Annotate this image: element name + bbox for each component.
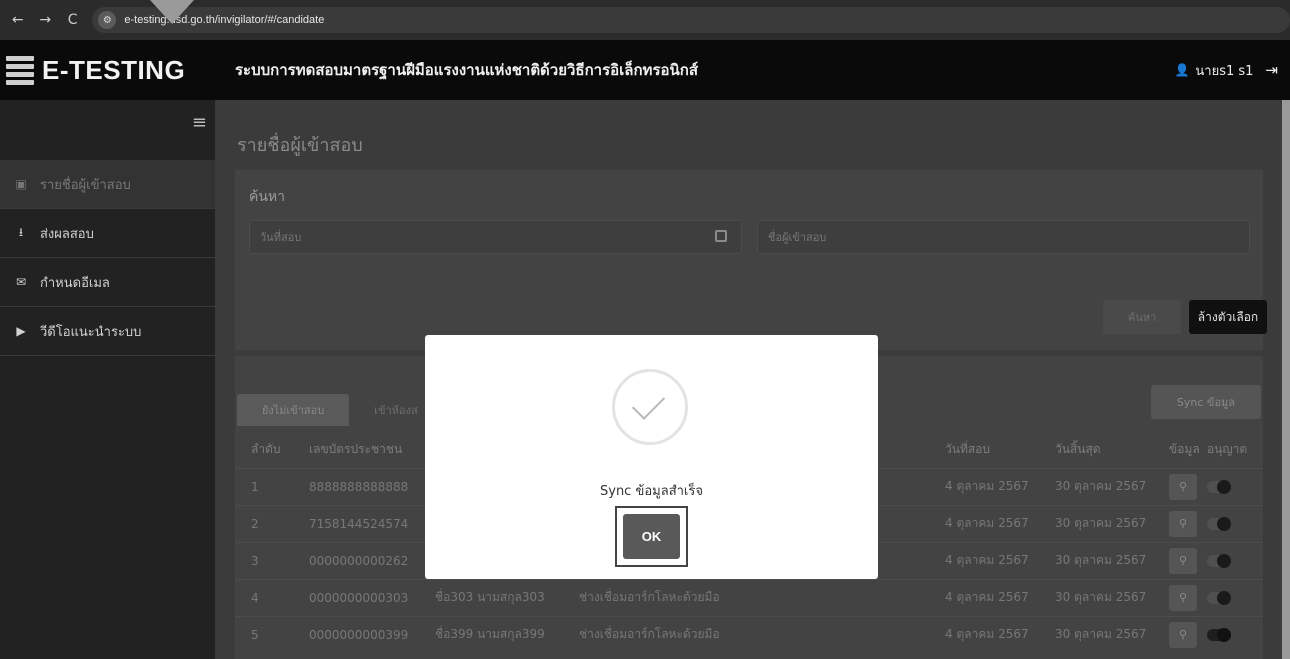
cell-id: 7158144524574 — [293, 504, 419, 542]
logout-icon[interactable]: ⇥ — [1265, 61, 1278, 79]
tab-in-exam-room[interactable]: เข้าห้องส — [361, 394, 431, 426]
sidebar-item-label: กำหนดอีเมล — [40, 275, 110, 291]
sidebar-item-email[interactable]: ✉ กำหนดอีเมล — [0, 258, 215, 307]
mail-icon: ✉ — [15, 275, 27, 289]
allow-toggle[interactable] — [1207, 553, 1231, 568]
candidate-name-placeholder: ชื่อผู้เข้าสอบ — [768, 231, 827, 244]
cell-id: 0000000000303 — [293, 578, 419, 616]
cell-actions: ⚲ — [1153, 467, 1263, 505]
sidebar-menu: ▣ รายชื่อผู้เข้าสอบ ⭳ ส่งผลสอบ ✉ กำหนดอี… — [0, 160, 215, 356]
view-details-search-icon[interactable]: ⚲ — [1169, 473, 1197, 500]
ok-button-focus-ring: OK — [615, 506, 688, 567]
cell-no: 5 — [235, 615, 293, 653]
allow-toggle[interactable] — [1207, 479, 1231, 494]
cell-end-date: 30 ตุลาคม 2567 — [1039, 504, 1153, 542]
sync-success-dialog: Sync ข้อมูลสำเร็จ OK — [425, 335, 878, 579]
cell-exam-date: 4 ตุลาคม 2567 — [929, 578, 1039, 616]
cell-no: 3 — [235, 541, 293, 579]
allow-toggle[interactable] — [1207, 516, 1231, 531]
back-button[interactable]: ← — [10, 12, 25, 28]
success-check-icon — [612, 369, 688, 445]
cell-no: 1 — [235, 467, 293, 505]
site-settings-icon[interactable]: ⚙ — [98, 11, 117, 29]
brand-name: E-TESTING — [42, 54, 186, 85]
cell-id: 0000000000262 — [293, 541, 419, 579]
candidate-name-field[interactable]: ชื่อผู้เข้าสอบ — [757, 220, 1250, 254]
cell-actions: ⚲ — [1153, 504, 1263, 542]
cell-end-date: 30 ตุลาคม 2567 — [1039, 467, 1153, 505]
cell-exam-date: 4 ตุลาคม 2567 — [929, 541, 1039, 579]
view-details-search-icon[interactable]: ⚲ — [1169, 547, 1197, 574]
sidebar-item-candidates[interactable]: ▣ รายชื่อผู้เข้าสอบ — [0, 160, 215, 209]
user-menu[interactable]: 👤 นายs1 s1 ⇥ — [1174, 60, 1278, 81]
upload-icon: ⭳ — [18, 224, 24, 239]
cell-actions: ⚲ — [1153, 578, 1263, 616]
cell-actions: ⚲ — [1153, 541, 1263, 579]
cell-end-date: 30 ตุลาคม 2567 — [1039, 615, 1153, 653]
dialog-message: Sync ข้อมูลสำเร็จ — [600, 484, 703, 499]
cell-exam-date: 4 ตุลาคม 2567 — [929, 615, 1039, 653]
page-title: รายชื่อผู้เข้าสอบ — [237, 135, 363, 156]
col-header-info: ข้อมูล — [1169, 442, 1200, 457]
address-bar[interactable]: ⚙ e-testing.dsd.go.th/invigilator/#/cand… — [92, 7, 1290, 33]
table-row: 4 0000000000303 ชื่อ303 นามสกุล303 ช่างเ… — [235, 578, 1263, 616]
view-details-search-icon[interactable]: ⚲ — [1169, 510, 1197, 537]
cell-name: ชื่อ303 นามสกุล303 — [419, 578, 563, 616]
system-title: ระบบการทดสอบมาตรฐานฝีมือแรงงานแห่งชาติด้… — [235, 61, 699, 79]
cell-id: 0000000000399 — [293, 615, 419, 653]
check-mark — [631, 386, 666, 420]
cell-skill: ช่างเชื่อมอาร์กโลหะด้วยมือ — [563, 615, 929, 653]
cell-end-date: 30 ตุลาคม 2567 — [1039, 578, 1153, 616]
contact-card-icon: ▣ — [15, 177, 27, 191]
cell-name: ชื่อ399 นามสกุล399 — [419, 615, 563, 653]
mouse-pointer-icon — [150, 0, 194, 24]
cell-id: 8888888888888 — [293, 467, 419, 505]
sidebar: ≡ ▣ รายชื่อผู้เข้าสอบ ⭳ ส่งผลสอบ ✉ กำหนด… — [0, 100, 215, 659]
reload-button[interactable]: C — [65, 12, 80, 28]
search-panel: ค้นหา วันที่สอบ ชื่อผู้เข้าสอบ ค้นหา ล้า… — [235, 170, 1267, 350]
table-row: 5 0000000000399 ชื่อ399 นามสกุล399 ช่างเ… — [235, 615, 1263, 653]
allow-toggle[interactable] — [1207, 627, 1231, 642]
view-details-search-icon[interactable]: ⚲ — [1169, 621, 1197, 648]
cell-no: 4 — [235, 578, 293, 616]
sidebar-item-label: ส่งผลสอบ — [40, 226, 94, 242]
col-header-allow: อนุญาต — [1207, 442, 1248, 457]
calendar-icon[interactable] — [715, 230, 727, 242]
cell-end-date: 30 ตุลาคม 2567 — [1039, 541, 1153, 579]
server-stack-icon — [6, 48, 34, 92]
play-icon: ▶ — [16, 324, 26, 338]
tab-not-started[interactable]: ยังไม่เข้าสอบ — [237, 394, 349, 426]
brand-logo: E-TESTING — [0, 40, 215, 100]
allow-toggle[interactable] — [1207, 590, 1231, 605]
cell-skill: ช่างเชื่อมอาร์กโลหะด้วยมือ — [563, 578, 929, 616]
exam-date-field[interactable]: วันที่สอบ — [249, 220, 742, 254]
col-header-exam-date: วันที่สอบ — [945, 442, 990, 457]
sidebar-item-submit-results[interactable]: ⭳ ส่งผลสอบ — [0, 209, 215, 258]
sidebar-item-label: รายชื่อผู้เข้าสอบ — [40, 177, 131, 193]
col-header-no: ลำดับ — [251, 442, 281, 457]
clear-filters-button[interactable]: ล้างตัวเลือก — [1189, 300, 1267, 334]
sidebar-item-video[interactable]: ▶ วีดีโอแนะนำระบบ — [0, 307, 215, 356]
menu-toggle-icon[interactable]: ≡ — [192, 112, 207, 133]
sync-data-button[interactable]: Sync ข้อมูล — [1151, 385, 1261, 419]
app-header: E-TESTING ระบบการทดสอบมาตรฐานฝีมือแรงงาน… — [0, 40, 1290, 100]
sidebar-item-label: วีดีโอแนะนำระบบ — [40, 324, 142, 340]
cell-no: 2 — [235, 504, 293, 542]
cell-exam-date: 4 ตุลาคม 2567 — [929, 504, 1039, 542]
exam-date-placeholder: วันที่สอบ — [260, 231, 302, 244]
cell-exam-date: 4 ตุลาคม 2567 — [929, 467, 1039, 505]
scrollbar[interactable] — [1282, 100, 1290, 659]
search-button[interactable]: ค้นหา — [1103, 300, 1181, 334]
cell-actions: ⚲ — [1153, 615, 1263, 653]
search-heading: ค้นหา — [249, 189, 286, 205]
user-icon: 👤 — [1174, 63, 1190, 77]
col-header-end-date: วันสิ้นสุด — [1055, 442, 1101, 457]
user-name: นายs1 s1 — [1195, 63, 1254, 79]
col-header-id: เลขบัตรประชาชน — [309, 442, 403, 457]
forward-button[interactable]: → — [37, 12, 52, 28]
view-details-search-icon[interactable]: ⚲ — [1169, 584, 1197, 611]
ok-button[interactable]: OK — [623, 514, 680, 559]
